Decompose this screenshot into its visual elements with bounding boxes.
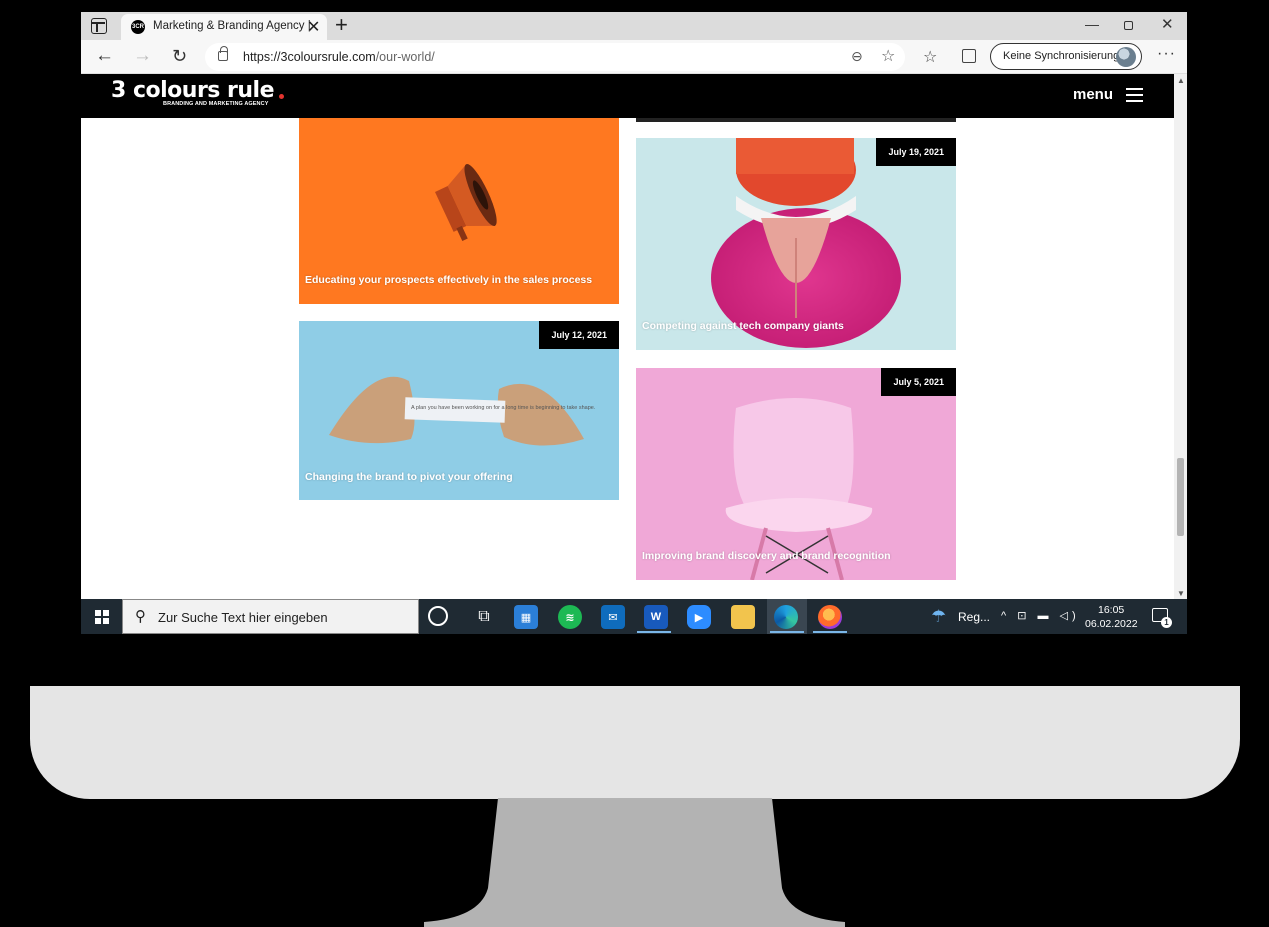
site-logo[interactable]: 3 colours rule [111, 78, 275, 103]
cortana-icon[interactable] [428, 606, 448, 626]
page-scrollbar[interactable]: ▲ ▼ [1174, 74, 1187, 599]
article-card[interactable]: July 19, 2021 Competing against tech com… [636, 138, 956, 350]
add-favorite-icon[interactable]: ☆ [881, 46, 895, 66]
spotify-icon[interactable]: ≋ [558, 605, 582, 629]
article-date: July 12, 2021 [539, 321, 619, 349]
refresh-icon[interactable]: ↻ [172, 46, 187, 67]
website-viewport: Educating your prospects effectively in … [81, 74, 1174, 599]
windows-start-icon[interactable] [95, 610, 109, 624]
profile-avatar [1116, 47, 1136, 67]
lock-icon[interactable] [218, 46, 228, 61]
umbrella-icon[interactable]: ☂ [931, 607, 946, 627]
article-card[interactable]: July 5, 2021 Improving brand discovery a… [636, 368, 956, 580]
sync-profile-button[interactable]: Keine Synchronisierung [990, 43, 1142, 70]
task-view-icon[interactable]: ⧉ [472, 605, 496, 629]
zoom-out-icon[interactable]: ⊖ [851, 48, 863, 65]
article-title[interactable]: Educating your prospects effectively in … [305, 274, 592, 286]
favorites-icon[interactable]: ☆ [923, 47, 937, 67]
back-icon[interactable]: ← [95, 45, 114, 67]
file-explorer-icon[interactable] [731, 605, 755, 629]
scroll-thumb[interactable] [1177, 458, 1184, 536]
article-title[interactable]: Improving brand discovery and brand reco… [642, 550, 891, 562]
clock-date[interactable]: 06.02.2022 [1085, 618, 1138, 630]
menu-button[interactable]: menu [1073, 86, 1113, 103]
weather-text[interactable]: Reg... [958, 610, 990, 624]
tab-title: Marketing & Branding Agency | [153, 20, 311, 32]
firefox-running-indicator [813, 631, 847, 633]
search-icon: ⚲ [135, 608, 146, 625]
article-title[interactable]: Changing the brand to pivot your offerin… [305, 471, 513, 483]
scroll-down-icon[interactable]: ▼ [1177, 589, 1185, 598]
wind-up-teeth-image [711, 138, 901, 348]
notification-badge: 1 [1161, 617, 1172, 628]
url-domain: https://3coloursrule.com [243, 50, 376, 64]
url-text[interactable]: https://3coloursrule.com/our-world/ [243, 50, 435, 64]
logo-dot [279, 94, 284, 99]
article-card[interactable]: Educating your prospects effectively in … [299, 118, 619, 304]
word-icon[interactable]: W [644, 605, 668, 629]
monitor-stand [424, 798, 845, 927]
article-date: July 19, 2021 [876, 138, 956, 166]
site-header: 3 colours rule BRANDING AND MARKETING AG… [81, 74, 1174, 118]
browser-toolbar: ← → ↻ https://3coloursrule.com/our-world… [81, 40, 1187, 74]
fortune-paper-text: A plan you have been working on for a lo… [411, 405, 596, 411]
windows-taskbar: ⚲ Zur Suche Text hier eingeben ⧉ ▦ ≋ ✉ W… [81, 599, 1187, 634]
zoom-app-icon[interactable]: ▶ [687, 605, 711, 629]
minimize-icon[interactable]: — [1085, 16, 1099, 32]
new-tab-icon[interactable]: + [335, 12, 348, 38]
store-icon[interactable]: ▦ [514, 605, 538, 629]
article-title[interactable]: Competing against tech company giants [642, 320, 844, 332]
firefox-icon[interactable] [818, 605, 842, 629]
hamburger-icon[interactable] [1126, 88, 1143, 102]
article-date: July 5, 2021 [881, 368, 956, 396]
maximize-icon[interactable] [1124, 21, 1133, 30]
url-path: /our-world/ [375, 50, 435, 64]
monitor-chin [30, 686, 1240, 799]
edge-running-indicator [770, 631, 804, 633]
tab-favicon-icon: 3CR [131, 20, 145, 34]
sync-label: Keine Synchronisierung [1003, 50, 1120, 62]
logo-tagline: BRANDING AND MARKETING AGENCY [163, 101, 269, 107]
scroll-up-icon[interactable]: ▲ [1177, 76, 1185, 85]
clock-time[interactable]: 16:05 [1098, 604, 1124, 616]
pink-chair-image [725, 398, 873, 580]
mail-icon[interactable]: ✉ [601, 605, 625, 629]
browser-tab-bar: 3CR Marketing & Branding Agency | ✕ + — … [81, 12, 1187, 40]
tab-actions-icon[interactable] [91, 18, 107, 34]
article-card[interactable]: A plan you have been working on for a lo… [299, 321, 619, 500]
search-placeholder: Zur Suche Text hier eingeben [158, 610, 328, 625]
system-tray-icons[interactable]: ^ ⊡ ▬ ◁) [1001, 609, 1080, 622]
collections-icon[interactable] [962, 49, 976, 63]
screen: 3CR Marketing & Branding Agency | ✕ + — … [81, 12, 1187, 634]
tab-close-icon[interactable]: ✕ [307, 17, 320, 37]
window-close-icon[interactable]: ✕ [1161, 15, 1174, 33]
active-tab[interactable]: 3CR Marketing & Branding Agency | ✕ [121, 14, 327, 40]
address-bar[interactable]: https://3coloursrule.com/our-world/ ⊖ ☆ [205, 43, 905, 71]
more-icon[interactable]: ··· [1157, 45, 1176, 63]
card-top-edge [636, 118, 956, 122]
edge-icon[interactable] [774, 605, 798, 629]
forward-icon[interactable]: → [133, 45, 152, 67]
word-running-indicator [637, 631, 671, 633]
taskbar-search-box[interactable]: ⚲ Zur Suche Text hier eingeben [122, 599, 419, 634]
